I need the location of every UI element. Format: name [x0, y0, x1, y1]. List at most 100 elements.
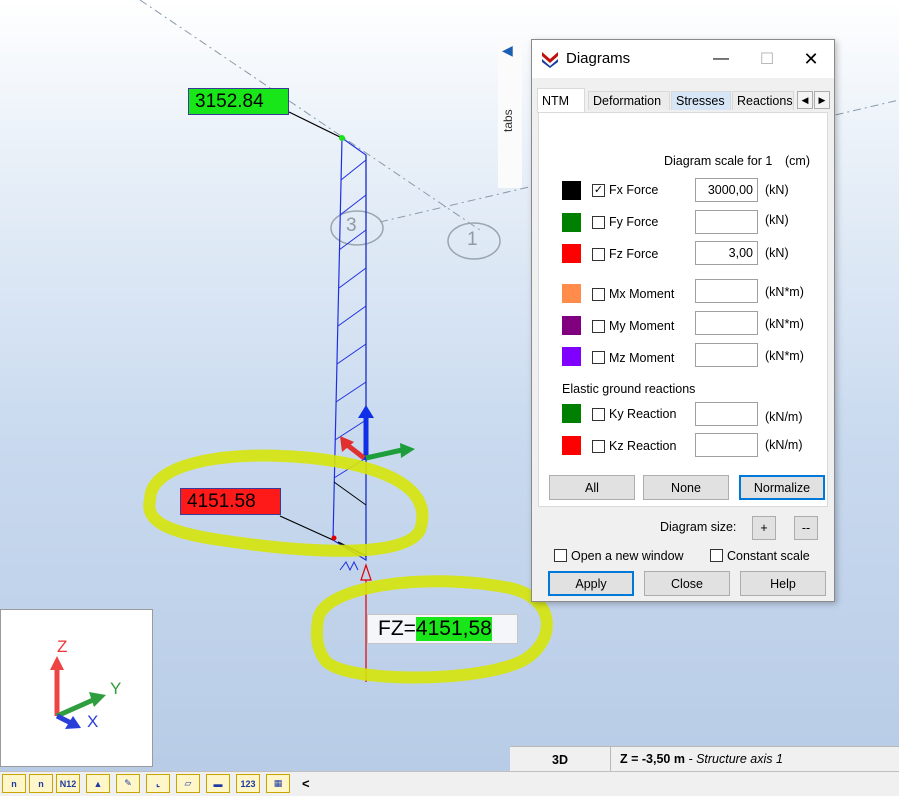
- level-description: - Structure axis 1: [684, 752, 783, 766]
- close-button[interactable]: Close: [644, 571, 730, 596]
- normalize-button[interactable]: Normalize: [739, 475, 825, 500]
- fy-unit: (kN): [765, 213, 789, 227]
- left-leader: [279, 515, 334, 541]
- top-node: [339, 135, 345, 141]
- axis-orientation-widget: Z Y X: [0, 609, 153, 767]
- fz-checkbox[interactable]: [592, 248, 605, 261]
- mx-unit: (kN*m): [765, 285, 804, 299]
- diagram-scale-label: Diagram scale for 1: [664, 154, 773, 168]
- kz-scale-input[interactable]: [695, 433, 758, 457]
- ky-scale-input[interactable]: [695, 402, 758, 426]
- toolbar-grid-icon[interactable]: ▦: [266, 774, 290, 793]
- kz-color-swatch[interactable]: [562, 436, 581, 455]
- toolbar-dimension-icon[interactable]: ▬: [206, 774, 230, 793]
- toolbar-n12-button[interactable]: N12: [56, 774, 80, 793]
- fz-color-swatch[interactable]: [562, 244, 581, 263]
- fx-unit: (kN): [765, 183, 789, 197]
- mz-color-swatch[interactable]: [562, 347, 581, 366]
- ky-checkbox[interactable]: [592, 408, 605, 421]
- tab-deformation[interactable]: Deformation: [588, 91, 670, 110]
- ky-label: Ky Reaction: [609, 407, 677, 421]
- node-label-1: 1: [467, 229, 478, 250]
- diagram-scale-unit: (cm): [785, 154, 810, 168]
- kz-unit: (kN/m): [765, 438, 803, 452]
- fz-unit: (kN): [765, 246, 789, 260]
- left-value-label: 4151.58: [180, 488, 281, 515]
- toolbar-support-icon[interactable]: ▲: [86, 774, 110, 793]
- axis-x-label: X: [87, 712, 99, 731]
- fy-scale-input[interactable]: [695, 210, 758, 234]
- my-color-swatch[interactable]: [562, 316, 581, 335]
- mx-scale-input[interactable]: [695, 279, 758, 303]
- toolbar-axis-icon[interactable]: ⌞: [146, 774, 170, 793]
- level-status: Z = -3,50 m - Structure axis 1: [620, 752, 783, 766]
- fx-color-swatch[interactable]: [562, 181, 581, 200]
- mx-label: Mx Moment: [609, 287, 675, 301]
- mx-color-swatch[interactable]: [562, 284, 581, 303]
- tab-stresses[interactable]: Stresses: [671, 91, 731, 110]
- fz-prefix: FZ=: [378, 617, 416, 640]
- tab-reactions[interactable]: Reactions: [732, 91, 794, 110]
- close-window-button[interactable]: ✕: [788, 40, 834, 78]
- arrow-left-icon[interactable]: ◀: [502, 42, 513, 59]
- tabs-label[interactable]: tabs: [501, 109, 515, 132]
- toolbar-numbering-button[interactable]: 123: [236, 774, 260, 793]
- toolbar-plane-icon[interactable]: ▱: [176, 774, 200, 793]
- kz-label: Kz Reaction: [609, 439, 677, 453]
- ground-reactions-title: Elastic ground reactions: [562, 382, 696, 396]
- mz-label: Mz Moment: [609, 351, 675, 365]
- my-scale-input[interactable]: [695, 311, 758, 335]
- fy-label: Fy Force: [609, 215, 659, 229]
- tabs-side-bar[interactable]: ◀ tabs: [498, 38, 522, 188]
- size-increase-button[interactable]: +: [752, 516, 776, 540]
- minimize-button[interactable]: —: [698, 40, 744, 78]
- fy-color-swatch[interactable]: [562, 213, 581, 232]
- open-new-window-label: Open a new window: [571, 549, 684, 563]
- axis-triad-icon: [50, 656, 106, 729]
- ntm-panel: Diagram scale for 1 (cm) ✓ Fx Force 3000…: [538, 112, 828, 507]
- toolbar-member-numbers-button[interactable]: n: [29, 774, 53, 793]
- help-button[interactable]: Help: [740, 571, 826, 596]
- select-none-button[interactable]: None: [643, 475, 729, 500]
- axis-y-label: Y: [110, 679, 122, 698]
- apply-button[interactable]: Apply: [548, 571, 634, 596]
- select-all-button[interactable]: All: [549, 475, 635, 500]
- fz-label: Fz Force: [609, 247, 659, 261]
- fx-scale-input[interactable]: 3000,00: [695, 178, 758, 202]
- fx-label: Fx Force: [609, 183, 659, 197]
- gizmo-y: [365, 447, 403, 461]
- toolbar-pencil-icon[interactable]: ✎: [116, 774, 140, 793]
- fy-checkbox[interactable]: [592, 216, 605, 229]
- top-value-text: 3152.84: [195, 90, 264, 112]
- tab-scroll-right-icon[interactable]: ▶: [814, 91, 830, 109]
- ky-color-swatch[interactable]: [562, 404, 581, 423]
- tab-scroll-left-icon[interactable]: ◀: [797, 91, 813, 109]
- my-checkbox[interactable]: [592, 320, 605, 333]
- tab-ntm[interactable]: NTM: [537, 88, 585, 113]
- size-decrease-button[interactable]: --: [794, 516, 818, 540]
- maximize-button[interactable]: ☐: [744, 40, 790, 78]
- diagrams-dialog: Diagrams — ☐ ✕ NTM Deformation Stresses …: [531, 39, 835, 602]
- mz-scale-input[interactable]: [695, 343, 758, 367]
- status-bar: 3D Z = -3,50 m - Structure axis 1: [510, 746, 899, 772]
- dialog-titlebar[interactable]: Diagrams — ☐ ✕: [532, 40, 834, 78]
- app-logo-icon: [541, 50, 559, 68]
- toolbar-node-numbers-button[interactable]: n: [2, 774, 26, 793]
- open-new-window-checkbox[interactable]: [554, 549, 567, 562]
- mx-checkbox[interactable]: [592, 288, 605, 301]
- constant-scale-checkbox[interactable]: [710, 549, 723, 562]
- bottom-toolbar: n n N12 ▲ ✎ ⌞ ▱ ▬ 123 ▦ <: [0, 771, 899, 796]
- fz-scale-input[interactable]: 3,00: [695, 241, 758, 265]
- kz-checkbox[interactable]: [592, 440, 605, 453]
- view-mode-status[interactable]: 3D: [510, 747, 611, 772]
- dialog-tabstrip: NTM Deformation Stresses Reactions ◀ ▶: [535, 88, 831, 113]
- fz-reaction-label: FZ= 4151,58: [367, 614, 518, 644]
- fz-value: 4151,58: [415, 617, 492, 641]
- top-value-label: 3152.84: [188, 88, 289, 115]
- fx-checkbox[interactable]: ✓: [592, 184, 605, 197]
- diagram-size-label: Diagram size:: [660, 520, 737, 534]
- top-leader: [288, 111, 343, 139]
- mz-checkbox[interactable]: [592, 351, 605, 364]
- toolbar-scroll-left-icon[interactable]: <: [302, 776, 310, 791]
- mz-unit: (kN*m): [765, 349, 804, 363]
